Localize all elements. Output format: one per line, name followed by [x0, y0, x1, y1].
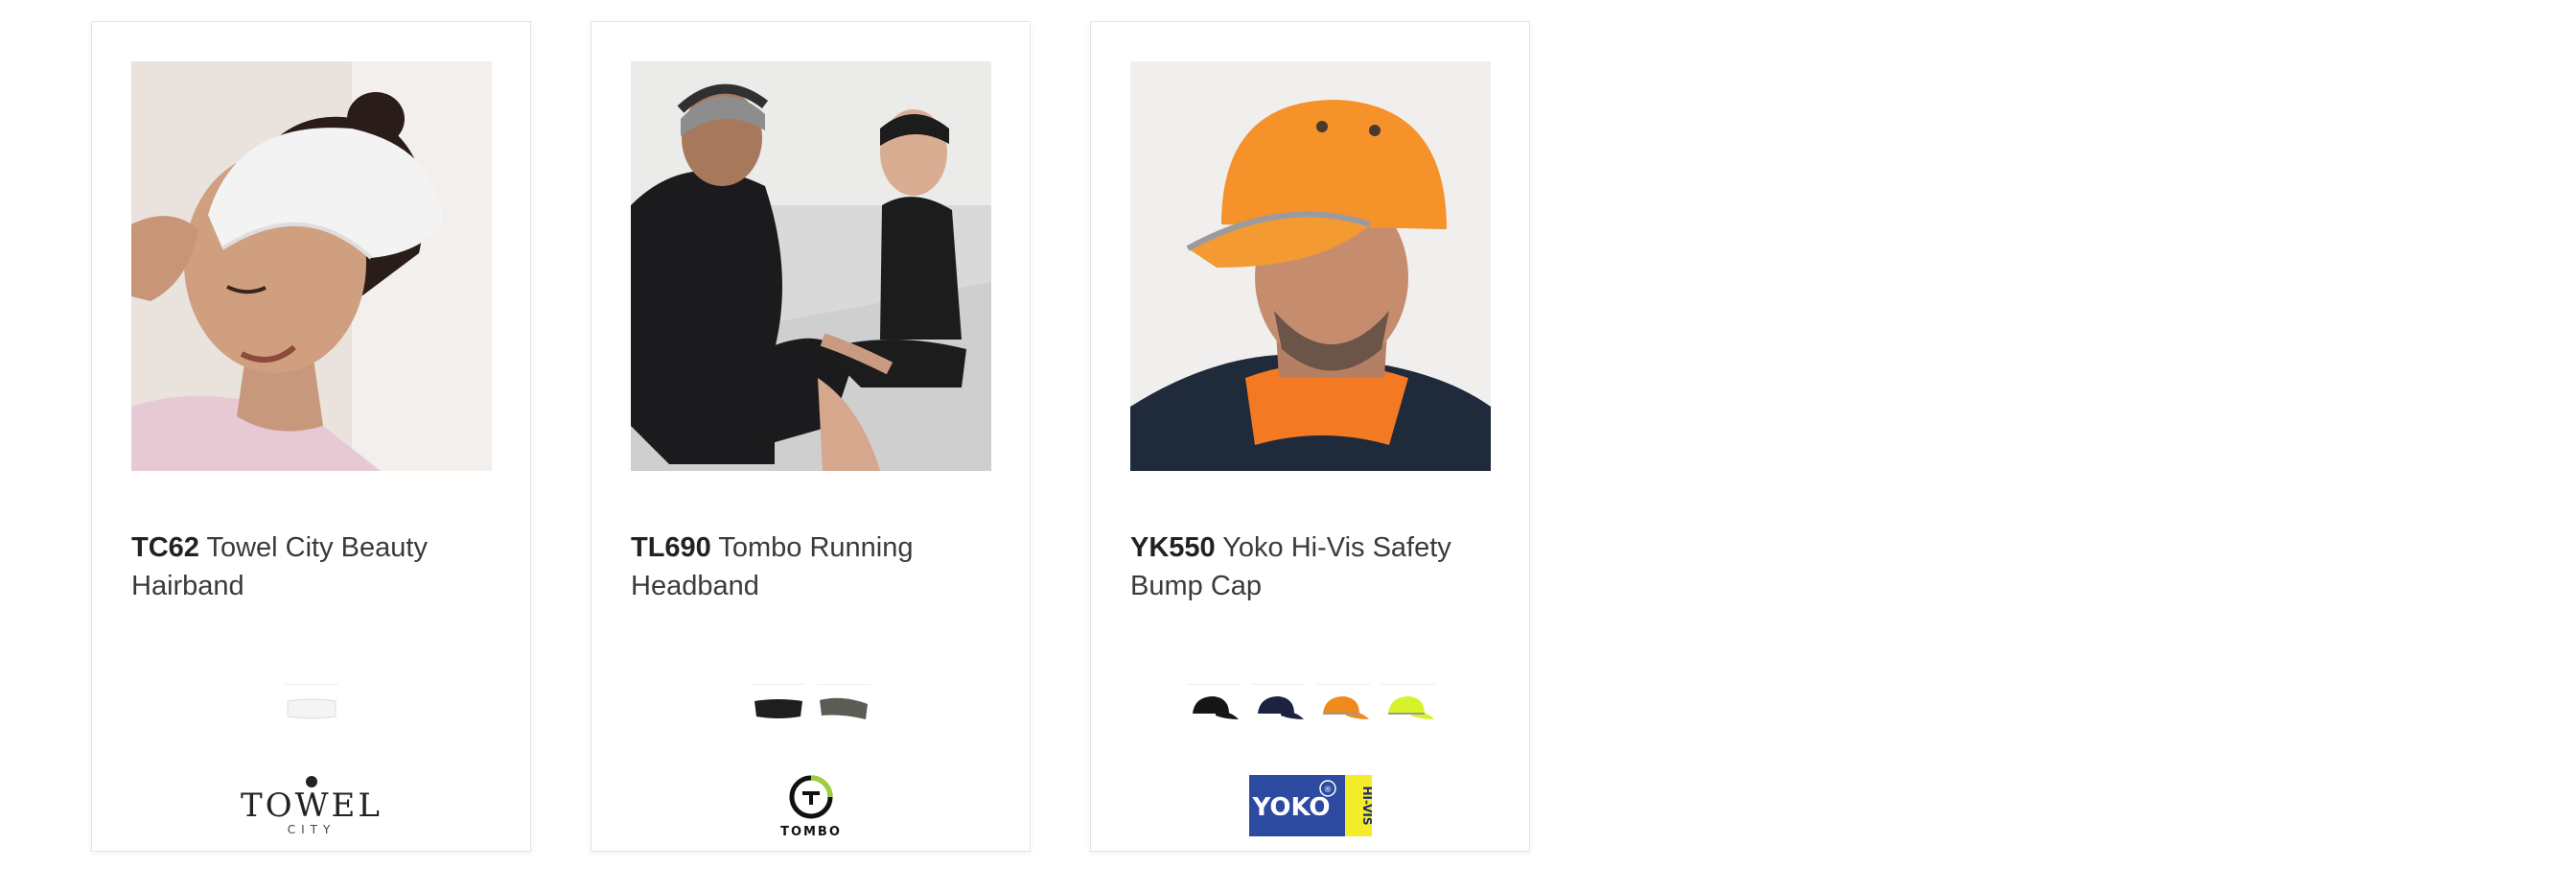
swatch-yellow[interactable] [1381, 684, 1435, 733]
product-code: YK550 [1130, 532, 1216, 563]
product-card[interactable]: TL690 Tombo Running Headband TOMBO [591, 21, 1031, 852]
brand-logo[interactable]: TOMBO [592, 772, 1030, 839]
product-code: TL690 [631, 532, 711, 563]
product-title[interactable]: TC62 Towel City Beauty Hairband [131, 528, 496, 605]
product-card[interactable]: YK550 Yoko Hi-Vis Safety Bump Cap YOKO ®… [1090, 21, 1530, 852]
brand-logo[interactable]: TOWEL CITY [92, 772, 530, 839]
swatch-black[interactable] [1185, 684, 1240, 733]
towel-city-logo: TOWEL CITY [241, 776, 383, 836]
product-image[interactable] [631, 61, 991, 471]
color-swatches [92, 684, 530, 732]
swatch-orange[interactable] [1315, 684, 1370, 733]
product-title[interactable]: TL690 Tombo Running Headband [631, 528, 995, 605]
brand-logo[interactable]: YOKO ® HI-VIS [1091, 772, 1529, 839]
product-title[interactable]: YK550 Yoko Hi-Vis Safety Bump Cap [1130, 528, 1495, 605]
svg-text:TOMBO: TOMBO [780, 825, 842, 839]
product-image[interactable] [1130, 61, 1491, 471]
tombo-logo: TOMBO [780, 775, 842, 839]
swatch-black[interactable] [751, 684, 805, 733]
swatch-grey[interactable] [816, 684, 870, 733]
svg-text:HI-VIS: HI-VIS [1360, 786, 1372, 825]
color-swatches [1091, 684, 1529, 732]
product-card[interactable]: TC62 Towel City Beauty Hairband TOWEL CI… [91, 21, 531, 852]
svg-text:YOKO: YOKO [1251, 793, 1330, 822]
swatch-white[interactable] [284, 684, 338, 733]
product-code: TC62 [131, 532, 199, 563]
swatch-navy[interactable] [1250, 684, 1305, 733]
svg-text:TOWEL: TOWEL [241, 786, 383, 825]
product-image[interactable] [131, 61, 492, 471]
svg-text:CITY: CITY [287, 823, 336, 836]
color-swatches [592, 684, 1030, 732]
svg-text:®: ® [1323, 786, 1332, 795]
yoko-hi-vis-logo: YOKO ® HI-VIS [1248, 775, 1372, 836]
